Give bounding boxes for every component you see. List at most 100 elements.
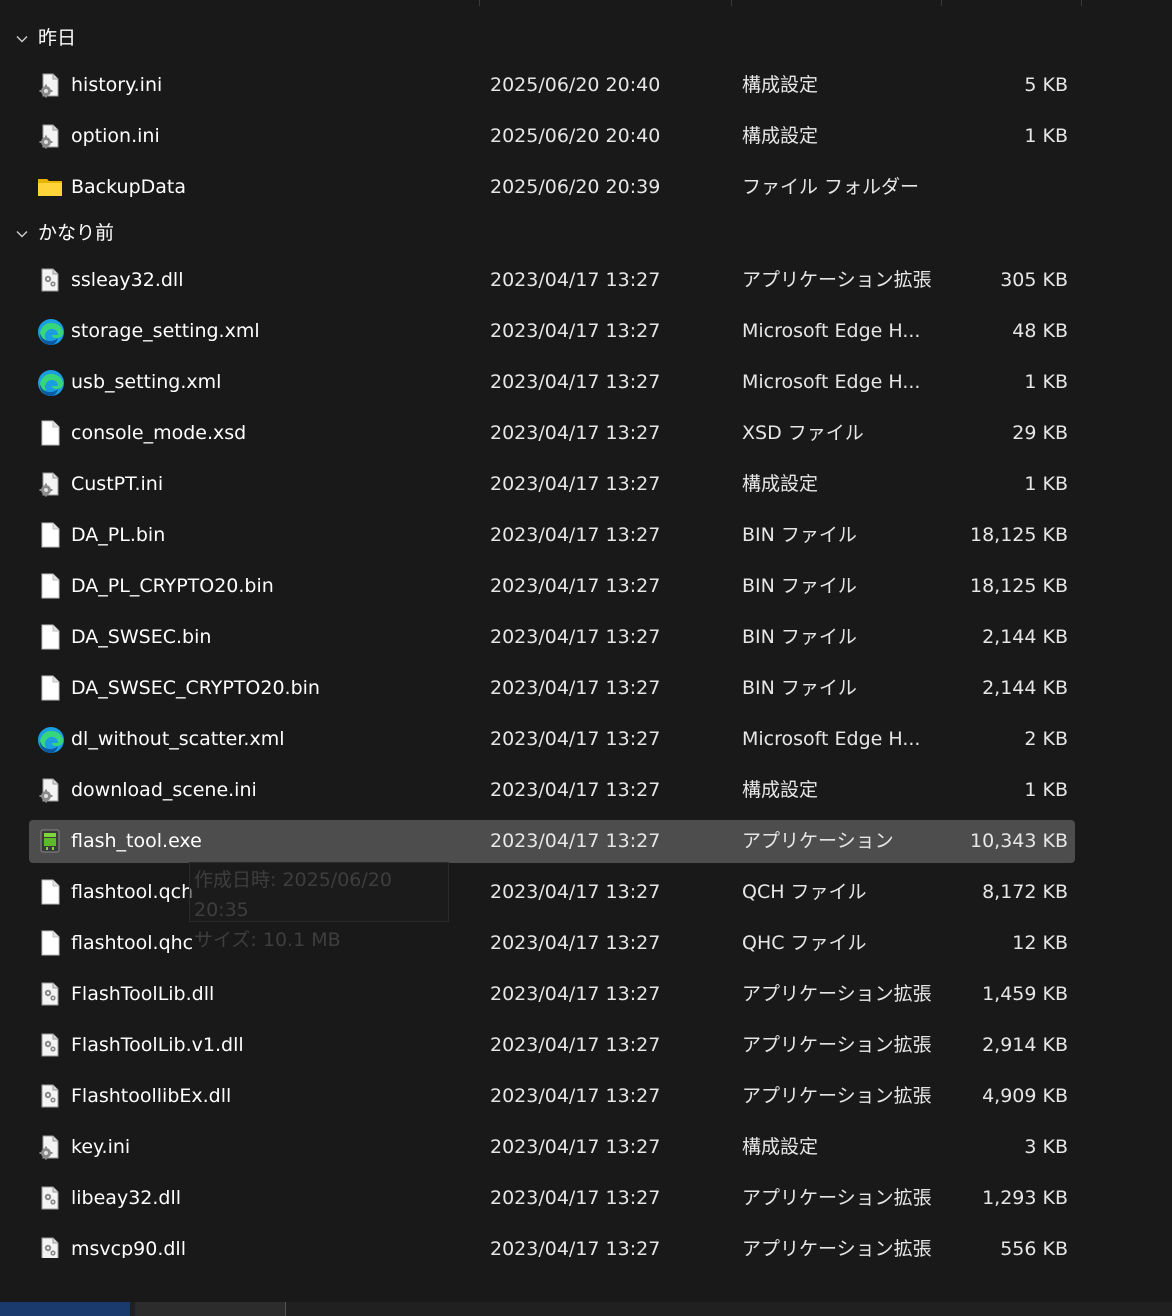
dll-file-icon: [37, 1185, 63, 1211]
tooltip-created: 作成日時: 2025/06/20 20:35: [194, 869, 392, 921]
file-row[interactable]: DA_SWSEC_CRYPTO20.bin 2023/04/17 13:27 BIN…: [29, 667, 1075, 710]
group-header[interactable]: 昨日: [0, 24, 1172, 52]
dll-file-icon: [37, 1236, 63, 1258]
file-row[interactable]: DA_SWSEC.bin 2023/04/17 13:27 BIN ファイル 2,14…: [29, 616, 1075, 659]
file-date-modified: 2023/04/17 13:27: [490, 881, 661, 903]
column-separator[interactable]: [479, 0, 480, 6]
file-name: DA_SWSEC_CRYPTO20.bin: [71, 677, 320, 699]
file-name: flashtool.qhc: [71, 932, 194, 954]
file-type: 構成設定: [742, 779, 819, 801]
file-size: 1,293 KB: [982, 1187, 1068, 1209]
column-separator[interactable]: [731, 0, 732, 6]
blank-file-icon: [37, 879, 63, 905]
file-row[interactable]: FlashToolLib.v1.dll 2023/04/17 13:27 アプリケー…: [29, 1024, 1075, 1067]
chevron-down-icon[interactable]: [16, 30, 28, 43]
column-separator[interactable]: [1081, 0, 1082, 6]
file-name: DA_PL.bin: [71, 524, 166, 546]
file-date-modified: 2023/04/17 13:27: [490, 575, 661, 597]
chevron-down-icon[interactable]: [16, 225, 28, 238]
file-date-modified: 2023/04/17 13:27: [490, 1238, 661, 1258]
file-name: option.ini: [71, 125, 160, 147]
file-type: 構成設定: [742, 473, 819, 495]
file-row[interactable]: download_scene.ini 2023/04/17 13:27 構成設定 1 …: [29, 769, 1075, 812]
file-row[interactable]: flashtool.qhc 2023/04/17 13:27 QHC ファイル 12 …: [29, 922, 1075, 965]
file-date-modified: 2023/04/17 13:27: [490, 524, 661, 546]
folder-icon: [37, 174, 63, 200]
settings-file-icon: [37, 72, 63, 98]
file-type: 構成設定: [742, 74, 819, 96]
file-size: 305 KB: [1000, 269, 1068, 291]
file-row[interactable]: storage_setting.xml 2023/04/17 13:27 Micro…: [29, 310, 1075, 353]
dll-file-icon: [37, 1083, 63, 1109]
file-type: アプリケーション拡張: [742, 983, 932, 1005]
file-date-modified: 2023/04/17 13:27: [490, 728, 661, 750]
android-app-icon: [37, 828, 63, 854]
file-list-pane: 昨日 history.ini 2025/06/20 20:40 構成設定 5 KB opt…: [0, 0, 1172, 1258]
file-row[interactable]: FlashtoollibEx.dll 2023/04/17 13:27 アプリケーシ…: [29, 1075, 1075, 1118]
group-label: かなり前: [38, 222, 115, 244]
file-date-modified: 2025/06/20 20:39: [490, 176, 661, 198]
file-name: history.ini: [71, 74, 163, 96]
file-date-modified: 2023/04/17 13:27: [490, 983, 661, 1005]
settings-file-icon: [37, 471, 63, 497]
file-size: 556 KB: [1000, 1238, 1068, 1258]
file-row[interactable]: flashtool.qch 2023/04/17 13:27 QCH ファイル 8,1…: [29, 871, 1075, 914]
file-date-modified: 2023/04/17 13:27: [490, 1136, 661, 1158]
file-row[interactable]: BackupData 2025/06/20 20:39 ファイル フォルダー: [29, 166, 1075, 209]
file-row[interactable]: libeay32.dll 2023/04/17 13:27 アプリケーション拡張 1,…: [29, 1177, 1075, 1220]
file-name: flashtool.qch: [71, 881, 194, 903]
file-size: 1 KB: [1024, 779, 1068, 801]
file-type: BIN ファイル: [742, 677, 857, 699]
file-row[interactable]: history.ini 2025/06/20 20:40 構成設定 5 KB: [29, 64, 1075, 107]
file-name: BackupData: [71, 176, 187, 198]
file-type: QHC ファイル: [742, 932, 867, 954]
blank-file-icon: [37, 930, 63, 956]
file-date-modified: 2023/04/17 13:27: [490, 830, 661, 852]
file-row[interactable]: CustPT.ini 2023/04/17 13:27 構成設定 1 KB: [29, 463, 1075, 506]
file-type: BIN ファイル: [742, 626, 857, 648]
file-size: 4,909 KB: [982, 1085, 1068, 1107]
group-header[interactable]: かなり前: [0, 219, 1172, 247]
file-row[interactable]: usb_setting.xml 2023/04/17 13:27 Microsoft…: [29, 361, 1075, 404]
file-row[interactable]: DA_PL.bin 2023/04/17 13:27 BIN ファイル 18,125 …: [29, 514, 1075, 557]
file-row[interactable]: DA_PL_CRYPTO20.bin 2023/04/17 13:27 BIN ファ…: [29, 565, 1075, 608]
column-separator[interactable]: [941, 0, 942, 6]
file-date-modified: 2025/06/20 20:40: [490, 125, 661, 147]
taskbar-start-area[interactable]: [0, 1302, 130, 1316]
file-date-modified: 2023/04/17 13:27: [490, 779, 661, 801]
file-row[interactable]: FlashToolLib.dll 2023/04/17 13:27 アプリケーション…: [29, 973, 1075, 1016]
file-size: 5 KB: [1024, 74, 1068, 96]
file-row[interactable]: flash_tool.exe 2023/04/17 13:27 アプリケーション 10…: [29, 820, 1075, 863]
file-type: 構成設定: [742, 125, 819, 147]
file-name: ssleay32.dll: [71, 269, 184, 291]
file-type: Microsoft Edge H...: [742, 371, 921, 393]
dll-file-icon: [37, 981, 63, 1007]
taskbar-app-item[interactable]: [135, 1302, 286, 1316]
file-row[interactable]: option.ini 2025/06/20 20:40 構成設定 1 KB: [29, 115, 1075, 158]
file-type: BIN ファイル: [742, 575, 857, 597]
file-name: CustPT.ini: [71, 473, 164, 495]
file-type: ファイル フォルダー: [742, 176, 920, 198]
file-name: key.ini: [71, 1136, 131, 1158]
file-date-modified: 2023/04/17 13:27: [490, 1034, 661, 1056]
file-row[interactable]: msvcp90.dll 2023/04/17 13:27 アプリケーション拡張 556…: [29, 1228, 1075, 1258]
file-size: 2,914 KB: [982, 1034, 1068, 1056]
file-date-modified: 2023/04/17 13:27: [490, 626, 661, 648]
file-row[interactable]: key.ini 2023/04/17 13:27 構成設定 3 KB: [29, 1126, 1075, 1169]
file-size: 2,144 KB: [982, 677, 1068, 699]
file-date-modified: 2023/04/17 13:27: [490, 269, 661, 291]
file-name: FlashtoollibEx.dll: [71, 1085, 232, 1107]
file-row[interactable]: ssleay32.dll 2023/04/17 13:27 アプリケーション拡張 30…: [29, 259, 1075, 302]
settings-file-icon: [37, 777, 63, 803]
file-type: アプリケーション拡張: [742, 1085, 932, 1107]
file-row[interactable]: console_mode.xsd 2023/04/17 13:27 XSD ファイル…: [29, 412, 1075, 455]
blank-file-icon: [37, 675, 63, 701]
file-size: 29 KB: [1012, 422, 1068, 444]
file-type: 構成設定: [742, 1136, 819, 1158]
file-row[interactable]: dl_without_scatter.xml 2023/04/17 13:27 Mi…: [29, 718, 1075, 761]
file-type: アプリケーション拡張: [742, 1034, 932, 1056]
file-size: 10,343 KB: [969, 830, 1068, 852]
settings-file-icon: [37, 1134, 63, 1160]
dll-file-icon: [37, 267, 63, 293]
file-tooltip: 作成日時: 2025/06/20 20:35 サイズ: 10.1 MB: [189, 862, 449, 951]
